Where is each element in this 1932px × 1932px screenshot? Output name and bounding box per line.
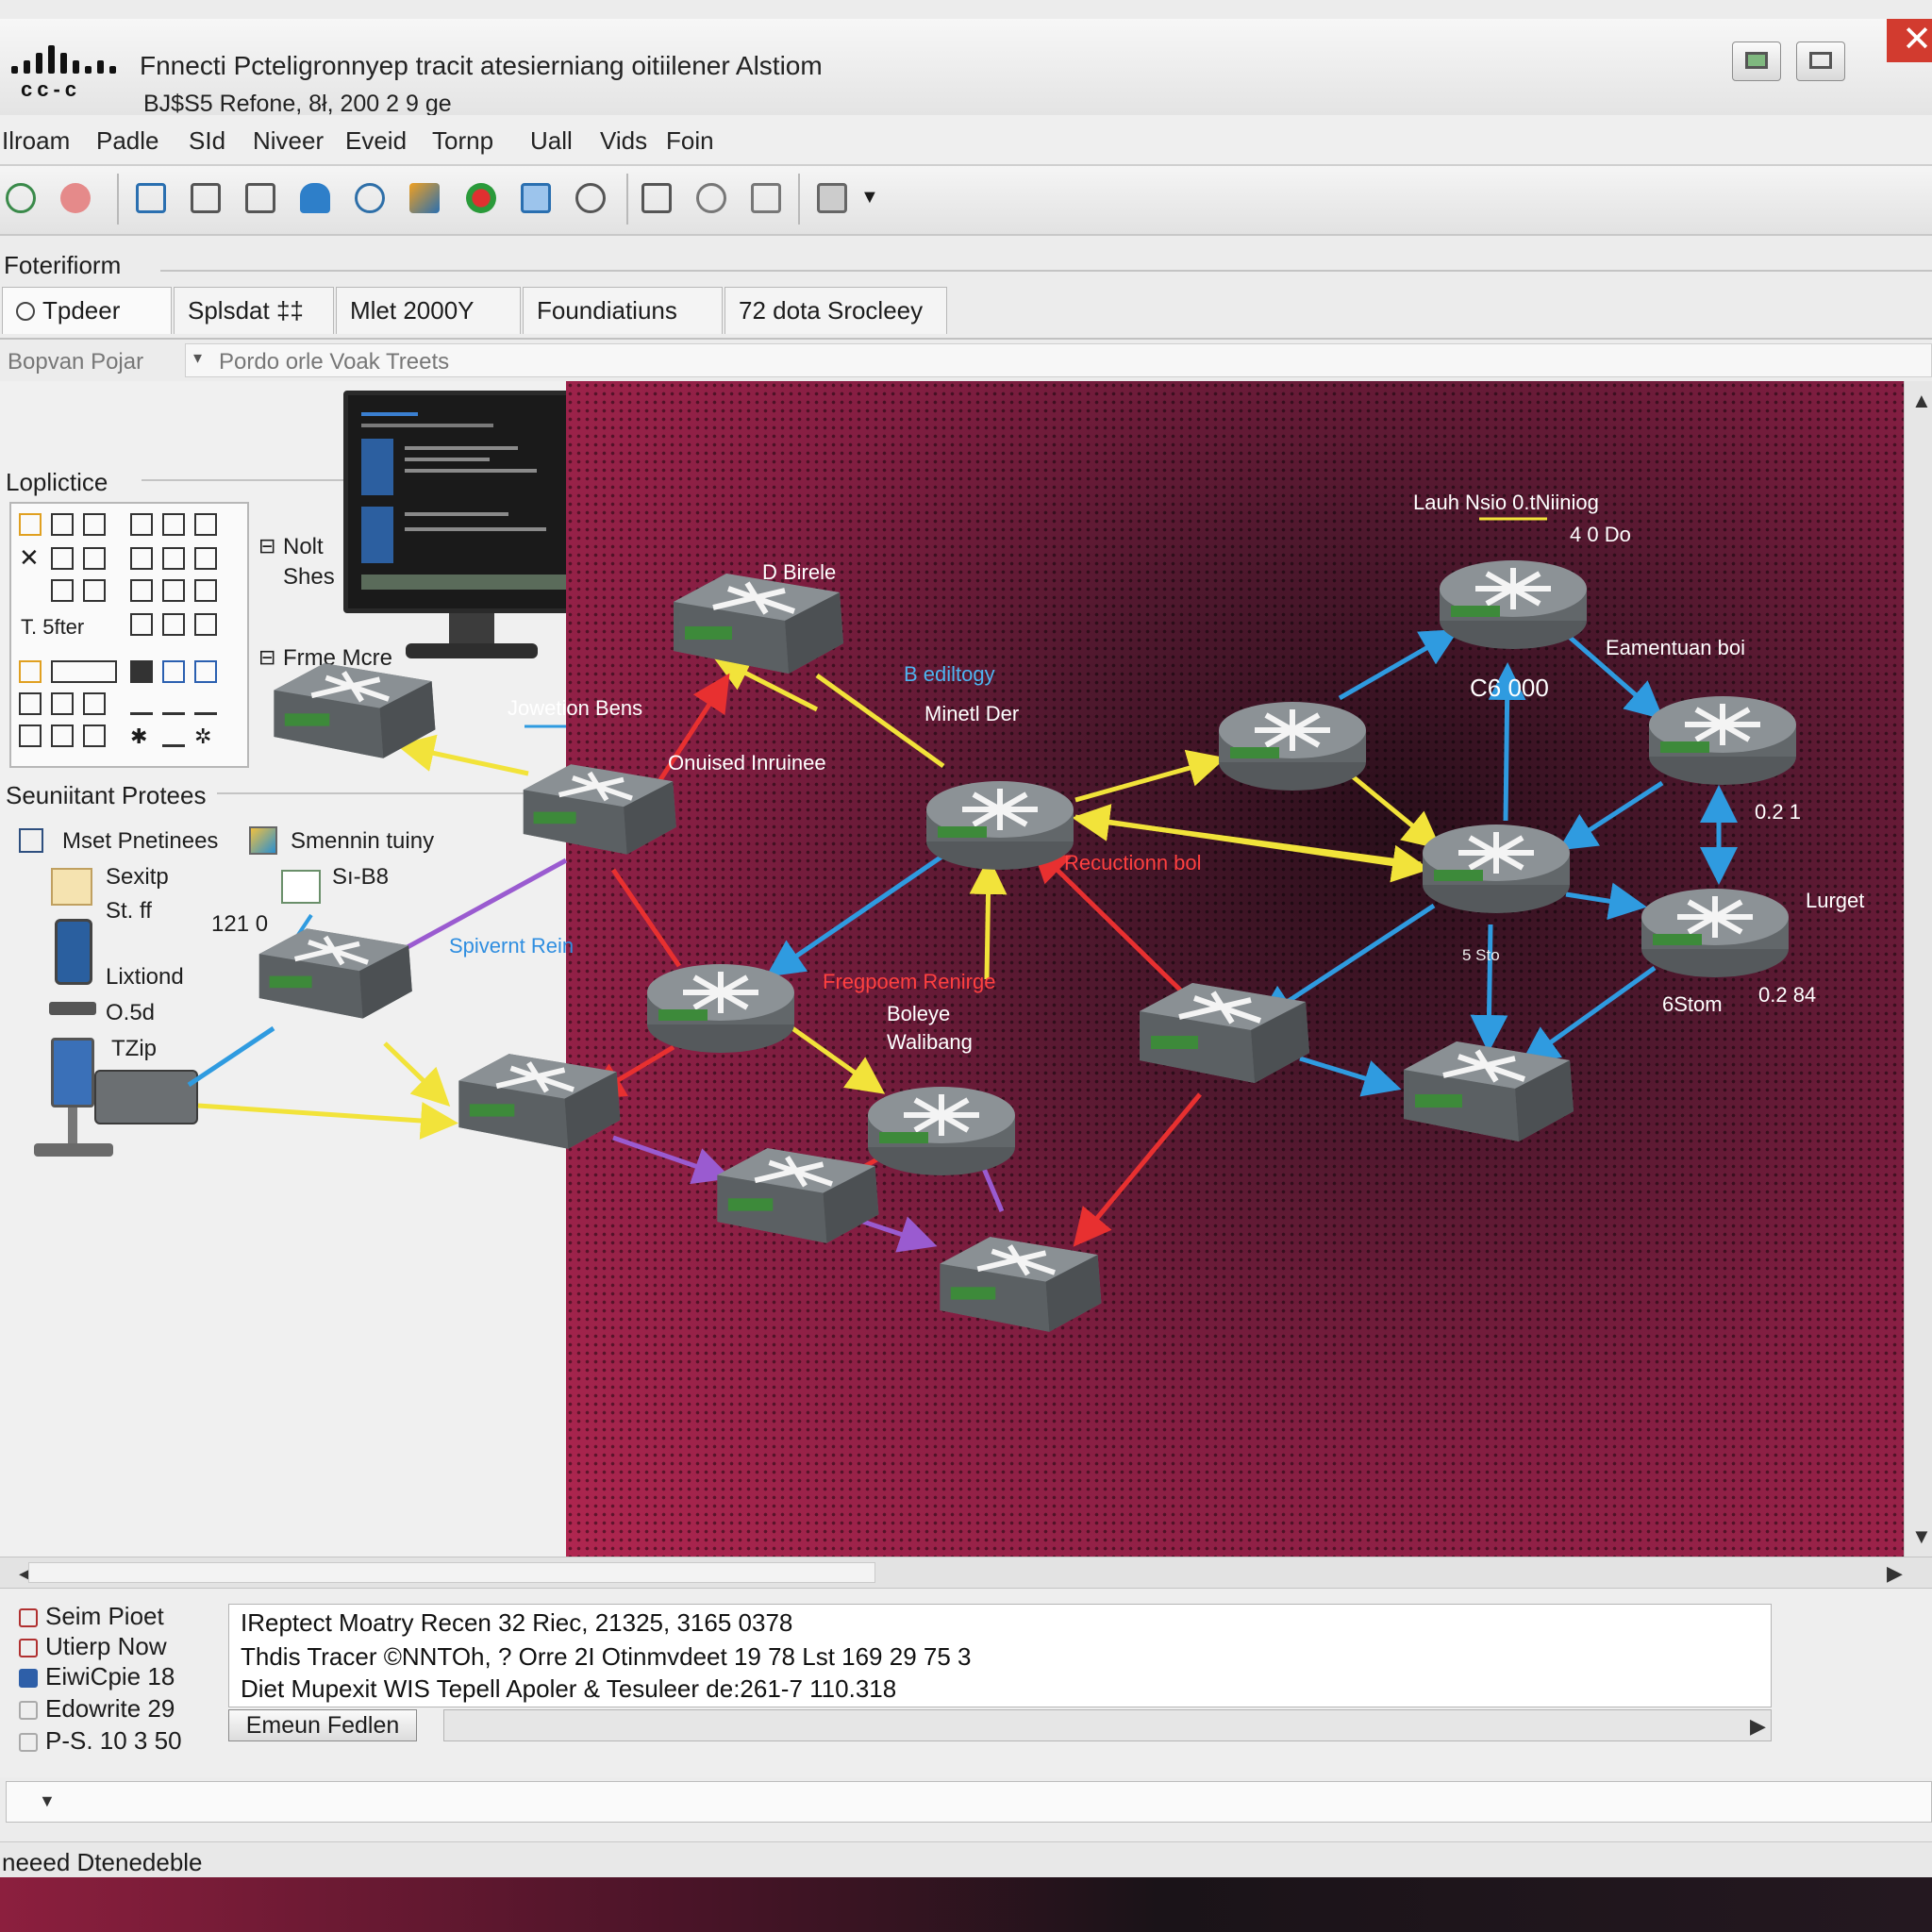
console-side-label: P-S. 10 3 50 [45, 1726, 182, 1755]
link-blue [1557, 780, 1664, 851]
console-side-label: Utierp Now [45, 1632, 167, 1660]
link-blue [1520, 965, 1657, 1064]
switch-node[interactable] [1404, 1041, 1574, 1141]
link-purple [612, 1135, 732, 1185]
app-window: cc-c Fnnecti Pcteligronnyep tracit atesi… [0, 0, 1932, 1877]
router-node[interactable] [1219, 702, 1366, 791]
link-yellow [1074, 749, 1226, 803]
switch-node[interactable] [259, 928, 412, 1018]
console-side-item[interactable]: Utierp Now [19, 1632, 167, 1661]
scroll-right-icon[interactable]: ▶ [1750, 1714, 1766, 1739]
router-node[interactable] [1649, 696, 1796, 785]
log-icon [19, 1608, 38, 1627]
log-icon [19, 1733, 38, 1752]
console-line: Diet Mupexit WIS Tepell Apoler & Tesulee… [241, 1674, 897, 1703]
log-icon [19, 1639, 38, 1657]
link-red [648, 673, 730, 796]
scroll-right-icon[interactable]: ▶ [1887, 1561, 1903, 1586]
annotation-label: 0.2 84 [1758, 983, 1816, 1007]
link-yellow [383, 1041, 451, 1107]
log-icon [19, 1701, 38, 1720]
console-line: IReptect Moatry Recen 32 Riec, 21325, 31… [241, 1608, 793, 1637]
annotation-label: 6Stom [1662, 992, 1723, 1016]
console-side-label: EiwiCpie 18 [45, 1662, 175, 1690]
link-blue [765, 842, 960, 977]
router-node[interactable] [647, 964, 794, 1053]
router-node[interactable] [868, 1087, 1015, 1175]
log-icon [19, 1669, 38, 1688]
router-node[interactable] [1440, 560, 1587, 649]
annotation-label: Onuised Inruinee [668, 751, 826, 774]
link-red [1073, 1092, 1202, 1247]
link-yellow [197, 1102, 458, 1140]
switch-node[interactable] [458, 1054, 620, 1149]
console-scrollbar[interactable]: ▶ [443, 1709, 1772, 1741]
annotation-label: Fregpoem Renirge [823, 970, 995, 993]
annotation-label: C6 000 [1470, 674, 1549, 702]
annotation-label: Lurget [1806, 889, 1864, 912]
annotation-label: Boleye [887, 1002, 950, 1025]
scroll-up-icon[interactable]: ▲ [1911, 389, 1932, 413]
network-diagram: Lauh Nsio 0.tNiiniog 4 0 Do D Birele B e… [187, 491, 1864, 1557]
link-blue [1299, 1056, 1402, 1097]
annotation-label: Minetl Der [924, 702, 1019, 725]
annotation-label: D Birele [762, 560, 836, 584]
switch-node[interactable] [674, 574, 843, 674]
annotation-label: B ediltogy [904, 662, 995, 686]
console-side-item[interactable]: EiwiCpie 18 [19, 1662, 175, 1691]
router-node[interactable] [1423, 824, 1570, 913]
switch-node[interactable] [524, 764, 676, 854]
router-node[interactable] [1641, 889, 1789, 977]
console-side-label: Edowrite 29 [45, 1694, 175, 1723]
switch-node[interactable] [1140, 983, 1309, 1083]
command-dropdown[interactable]: ▼ [6, 1781, 1932, 1823]
router-node[interactable] [926, 781, 1074, 870]
link-blue [1338, 629, 1459, 701]
scroll-down-icon[interactable]: ▼ [1911, 1524, 1932, 1549]
link-yellow [969, 857, 1008, 980]
chevron-down-icon[interactable]: ▼ [39, 1791, 56, 1811]
link-yellow [396, 734, 529, 776]
annotation-label: 0.2 1 [1755, 800, 1801, 824]
link-blue [1470, 924, 1508, 1053]
vertical-scrollbar[interactable]: ▲ ▼ [1904, 381, 1932, 1557]
scroll-thumb[interactable] [28, 1562, 875, 1583]
annotation-label: Walibang [887, 1030, 973, 1054]
switch-node[interactable] [274, 663, 435, 758]
annotation-label: Spivernt Rein [449, 934, 574, 958]
annotation-label: Eamentuan boi [1606, 636, 1745, 659]
console-side-item[interactable]: Edowrite 29 [19, 1694, 175, 1724]
switch-node[interactable] [940, 1237, 1101, 1332]
console-button[interactable]: Emeun Fedlen [228, 1709, 417, 1741]
console-side-item[interactable]: Seim Pioet [19, 1602, 164, 1631]
annotation-label: Lauh Nsio 0.tNiiniog [1413, 491, 1599, 514]
desktop-background [0, 1877, 1932, 1932]
annotation-label: 5 Sto [1462, 946, 1500, 964]
console-side-label: Seim Pioet [45, 1602, 164, 1630]
link-yellow [1347, 772, 1441, 850]
link-blue [1565, 882, 1647, 921]
console-line: Thdis Tracer ©NNTOh, ? Orre 2I Otinmvdee… [241, 1642, 972, 1671]
link-red [610, 868, 682, 968]
horizontal-scrollbar[interactable]: ◀ ▶ [0, 1557, 1932, 1589]
console-output[interactable]: IReptect Moatry Recen 32 Riec, 21325, 31… [228, 1604, 1772, 1707]
console-side-item[interactable]: P-S. 10 3 50 [19, 1726, 182, 1756]
status-bar: neeed Dtenedeble [0, 1841, 1932, 1877]
switch-node[interactable] [717, 1148, 878, 1243]
annotation-label: Recuctionn bol [1064, 851, 1202, 874]
link-yellow [791, 1025, 886, 1094]
status-text: neeed Dtenedeble [2, 1848, 203, 1876]
annotation-label: 4 0 Do [1570, 523, 1631, 546]
link-blue [187, 1025, 275, 1088]
annotation-label: Jowetion Bens [508, 696, 642, 720]
